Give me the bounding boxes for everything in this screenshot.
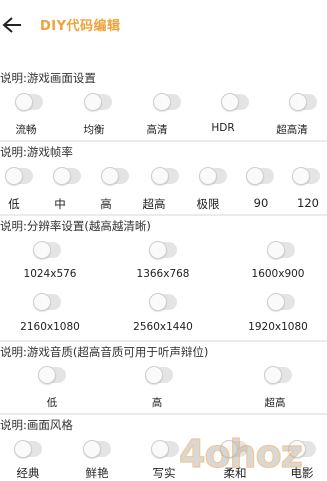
toggle-res-2560x1440[interactable] — [149, 293, 177, 311]
toggle-audio-ultra[interactable] — [264, 366, 292, 384]
option-label: 中 — [54, 197, 66, 211]
option-label: HDR — [211, 122, 235, 134]
toggle-smooth[interactable] — [15, 93, 43, 111]
toggle-hdr[interactable] — [221, 93, 249, 111]
toggle-hd[interactable] — [153, 93, 181, 111]
section-label-audio: 说明:游戏音质(超高音质可用于听声辩位) — [0, 345, 209, 359]
option-label: 极限 — [196, 197, 220, 211]
watermark-logo: 4ohoz — [178, 431, 303, 476]
toggle-fps-mid[interactable] — [53, 167, 81, 185]
option-label: 超高 — [142, 197, 166, 211]
toggle-fps-extreme[interactable] — [199, 167, 227, 185]
option-label: 低 — [46, 397, 58, 409]
option-label: 高 — [100, 197, 112, 211]
option-label: 写实 — [152, 466, 176, 480]
toggle-res-1920x1080[interactable] — [267, 293, 295, 311]
toggle-balanced[interactable] — [84, 93, 112, 111]
divider — [0, 340, 327, 342]
option-label: 2560x1440 — [133, 321, 193, 333]
toggle-fps-high[interactable] — [101, 167, 129, 185]
option-label: 1920x1080 — [248, 321, 308, 333]
toggle-res-1600x900[interactable] — [267, 241, 295, 259]
option-label: 1024x576 — [23, 268, 77, 280]
toggle-style-classic[interactable] — [14, 440, 42, 458]
toggle-fps-120[interactable] — [292, 167, 320, 185]
page-title: DIY代码编辑 — [40, 19, 121, 34]
divider — [0, 140, 327, 142]
option-label: 超高清 — [276, 124, 308, 136]
section-label-style: 说明:画面风格 — [0, 418, 73, 432]
toggle-fps-low[interactable] — [5, 167, 33, 185]
divider — [0, 214, 327, 216]
option-label: 2160x1080 — [20, 321, 80, 333]
toggle-fps-ultra[interactable] — [151, 167, 179, 185]
toggle-res-2160x1080[interactable] — [33, 293, 61, 311]
svg-text:4ohoz: 4ohoz — [179, 432, 302, 476]
option-label: 高 — [151, 397, 163, 409]
option-label: 均衡 — [83, 124, 105, 136]
option-label: 低 — [8, 197, 20, 211]
option-label: 90 — [253, 196, 269, 210]
option-label: 高清 — [146, 124, 168, 136]
back-arrow-icon[interactable] — [0, 14, 22, 36]
option-label: 鲜艳 — [85, 466, 109, 480]
toggle-ultra-hd[interactable] — [289, 93, 317, 111]
app-header: DIY代码编辑 — [0, 0, 327, 52]
option-label: 120 — [297, 196, 319, 210]
toggle-res-1024x576[interactable] — [33, 241, 61, 259]
toggle-style-vivid[interactable] — [83, 440, 111, 458]
option-label: 流畅 — [15, 124, 37, 136]
option-label: 超高 — [264, 397, 286, 409]
option-label: 经典 — [16, 466, 40, 480]
toggle-audio-high[interactable] — [145, 366, 173, 384]
toggle-audio-low[interactable] — [38, 366, 66, 384]
option-label: 1600x900 — [251, 268, 305, 280]
option-label: 1366x768 — [136, 268, 190, 280]
section-label-graphics: 说明:游戏画面设置 — [0, 71, 96, 85]
section-label-resolution: 说明:分辨率设置(越高越清晰) — [0, 219, 151, 233]
section-label-fps: 说明:游戏帧率 — [0, 145, 73, 159]
toggle-res-1366x768[interactable] — [149, 241, 177, 259]
toggle-fps-90[interactable] — [246, 167, 274, 185]
divider — [0, 413, 327, 415]
